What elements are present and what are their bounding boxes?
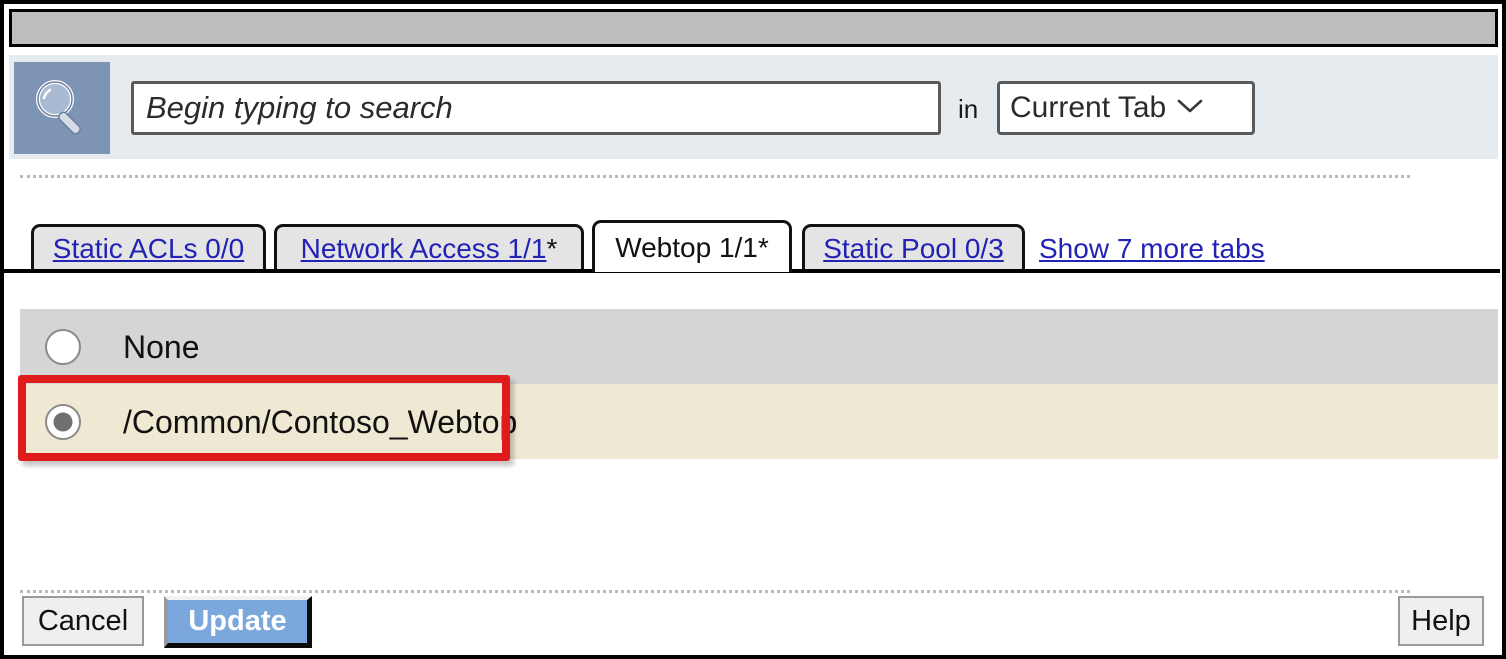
search-scope-select[interactable]: Current Tab [997,81,1255,135]
tab-label: Static ACLs 0/0 [52,232,245,264]
search-scope-value: Current Tab [1010,91,1167,124]
footer-separator [20,590,1410,593]
tab-modified-marker: * [546,232,558,264]
radio-button-none[interactable] [45,328,81,365]
update-button[interactable]: Update [164,596,312,648]
tab-static-acls[interactable]: Static ACLs 0/0 [31,224,266,270]
show-more-tabs-link[interactable]: Show 7 more tabs [1039,234,1265,264]
tab-label: Network Access 1/1 [300,232,547,264]
option-label: /Common/Contoso_Webtop [123,403,518,440]
option-row-contoso-webtop[interactable]: /Common/Contoso_Webtop [20,384,1498,459]
option-row-none[interactable]: None [20,309,1498,384]
magnifier-icon[interactable] [14,62,110,154]
search-input[interactable] [131,81,941,135]
tab-webtop[interactable]: Webtop 1/1 * [592,220,792,272]
tab-modified-marker: * [757,231,769,263]
tab-static-pool[interactable]: Static Pool 0/3 [802,224,1025,270]
tab-label: Static Pool 0/3 [823,232,1004,264]
application-window: in Current Tab Static ACLs 0/0 Network A… [0,0,1506,659]
tab-strip: Static ACLs 0/0 Network Access 1/1 * Web… [9,218,1498,274]
tab-network-access[interactable]: Network Access 1/1 * [274,224,584,270]
search-separator [20,175,1410,178]
option-label: None [123,328,200,365]
search-bar: in Current Tab [9,55,1498,159]
cancel-button[interactable]: Cancel [22,596,144,646]
search-scope-prefix-label: in [958,94,979,124]
tab-label: Webtop 1/1 [615,231,758,263]
chevron-down-icon [1176,97,1204,120]
webtop-options-list: None /Common/Contoso_Webtop [20,309,1498,459]
window-titlebar [9,9,1498,47]
radio-button-contoso-webtop[interactable] [45,403,81,440]
help-button[interactable]: Help [1398,596,1484,646]
